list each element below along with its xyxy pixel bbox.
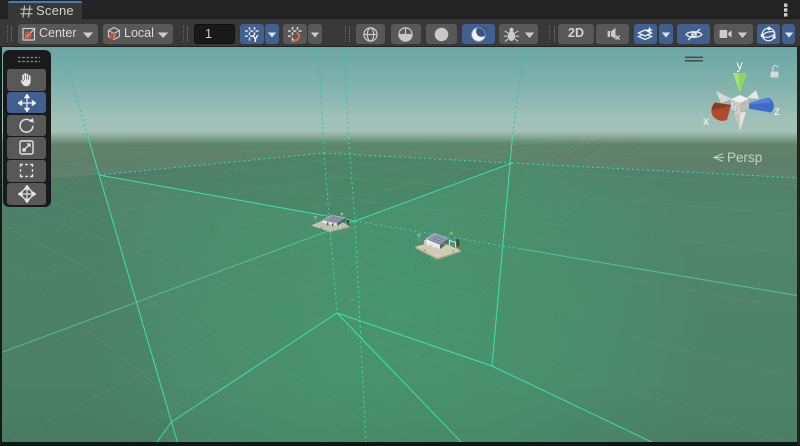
svg-text:z: z	[774, 104, 780, 118]
svg-text:Y: Y	[252, 34, 259, 42]
svg-text:y: y	[737, 59, 744, 73]
svg-text:Persp: Persp	[727, 150, 762, 165]
svg-text:x: x	[703, 114, 709, 128]
